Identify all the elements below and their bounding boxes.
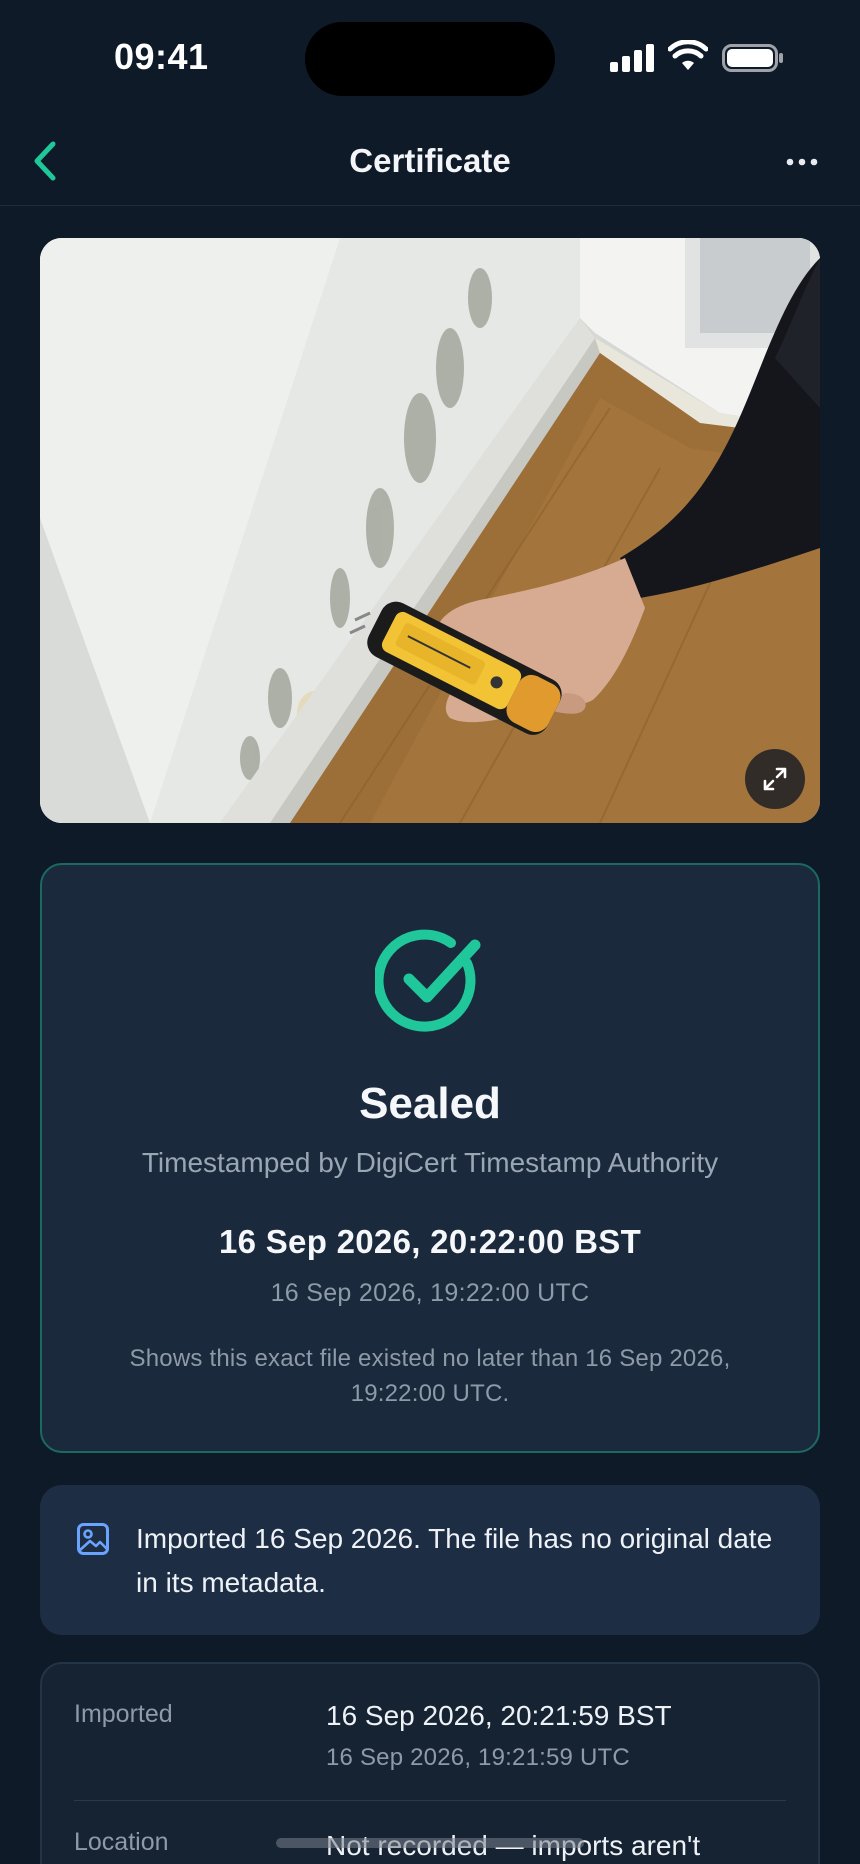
photo-image xyxy=(40,238,820,823)
location-label: Location xyxy=(74,1828,169,1856)
seal-date-utc: 16 Sep 2026, 19:22:00 UTC xyxy=(270,1279,590,1307)
row-divider xyxy=(74,1800,786,1801)
expand-button[interactable] xyxy=(745,749,805,809)
page-title: Certificate xyxy=(349,142,511,179)
cellular-signal-icon xyxy=(610,44,654,72)
certificate-screen: 09:41 Certificate Sealed Timestamped by … xyxy=(0,0,860,1864)
navigation-bar: Certificate xyxy=(0,118,860,206)
battery-icon xyxy=(722,44,783,72)
seal-note: Shows this exact file existed no later t… xyxy=(129,1345,731,1407)
wifi-icon xyxy=(668,40,708,70)
evidence-photo[interactable] xyxy=(40,238,820,823)
imported-value-utc: 16 Sep 2026, 19:21:59 UTC xyxy=(326,1744,630,1771)
more-options-button[interactable] xyxy=(780,140,824,184)
import-info-banner: Imported 16 Sep 2026. The file has no or… xyxy=(40,1485,820,1635)
ellipsis-icon xyxy=(786,158,818,166)
status-time: 09:41 xyxy=(114,36,209,77)
seal-authority: Timestamped by DigiCert Timestamp Author… xyxy=(141,1147,719,1178)
expand-arrows-icon xyxy=(763,767,787,791)
imported-label: Imported xyxy=(74,1700,173,1728)
seal-status-card: Sealed Timestamped by DigiCert Timestamp… xyxy=(40,863,820,1453)
import-info-text: Imported 16 Sep 2026. The file has no or… xyxy=(136,1523,773,1598)
image-icon xyxy=(77,1523,109,1555)
dynamic-island xyxy=(305,22,555,96)
details-card: Imported 16 Sep 2026, 20:21:59 BST 16 Se… xyxy=(40,1662,820,1864)
home-indicator xyxy=(276,1838,584,1848)
seal-title: Sealed xyxy=(359,1079,501,1128)
imported-value: 16 Sep 2026, 20:21:59 BST xyxy=(326,1700,672,1731)
check-circle-icon xyxy=(375,929,481,1032)
status-bar: 09:41 xyxy=(0,0,860,118)
seal-date-local: 16 Sep 2026, 20:22:00 BST xyxy=(218,1223,642,1260)
